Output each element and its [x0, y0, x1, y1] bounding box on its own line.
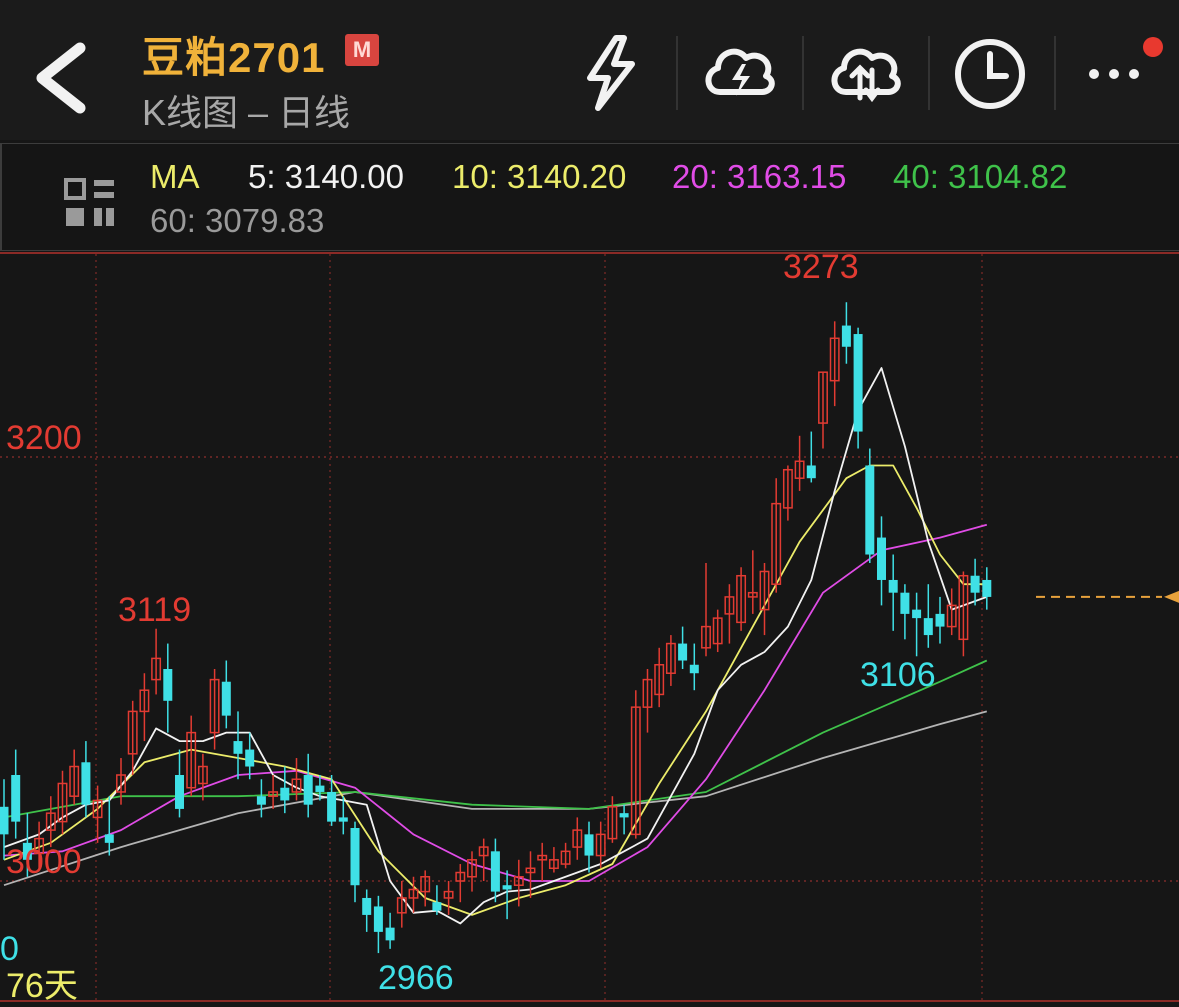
high-annotation: 3273 [783, 248, 859, 287]
candle-body-down [689, 664, 699, 674]
toolbar-divider [676, 36, 678, 110]
candle-body-down [502, 885, 512, 890]
high-annotation: 3119 [118, 590, 192, 629]
candle-body-down [373, 906, 383, 932]
candle-body-down [327, 791, 337, 822]
market-badge: M [345, 34, 379, 66]
candle-body-down [0, 806, 9, 835]
low-annotation: 3106 [860, 656, 936, 695]
toolbar-divider [802, 36, 804, 110]
notification-dot [1143, 37, 1163, 57]
lightning-icon[interactable] [578, 34, 644, 112]
candle-body-down [584, 834, 594, 856]
candle-body-down [912, 609, 922, 619]
toolbar-divider [928, 36, 930, 110]
candle-body-down [678, 643, 688, 661]
candle-body-down [104, 834, 114, 843]
candle-body-down [303, 775, 313, 805]
candle-body-down [982, 579, 992, 597]
y-tick-label: 3200 [6, 419, 82, 457]
candle-body-down [853, 334, 863, 432]
candle-body-down [888, 579, 898, 593]
more-icon[interactable] [1084, 34, 1146, 112]
candle-body-down [221, 681, 231, 716]
ma20-line [3, 523, 988, 882]
cloud-lightning-icon[interactable] [700, 34, 778, 112]
candle-body-down [970, 575, 980, 593]
low-annotation: 2966 [378, 959, 454, 998]
back-icon[interactable] [28, 38, 98, 118]
ma40-value: 40: 3104.82 [893, 158, 1068, 195]
candle-body-down [362, 897, 372, 915]
candle-body-down [338, 817, 348, 822]
toolbar-divider [1054, 36, 1056, 110]
candle-body-down [163, 669, 173, 701]
ma5-value: 5: 3140.00 [248, 158, 404, 195]
candle-body-down [256, 796, 266, 805]
candle-body-down [806, 465, 816, 479]
current-price-pointer [1164, 590, 1179, 603]
candle-body-down [935, 613, 945, 627]
clock-icon[interactable] [952, 34, 1030, 112]
instrument-title: 豆粕2701 [142, 34, 326, 81]
ma60-value: 60: 3079.83 [150, 202, 325, 239]
candle-body-down [11, 775, 21, 822]
candle-body-down [923, 618, 933, 636]
ma40-line [3, 659, 988, 819]
candle-body-down [490, 851, 500, 892]
candle-body-down [315, 785, 325, 792]
candle-body-down [81, 762, 91, 805]
candle-body-down [900, 592, 910, 614]
ma10-value: 10: 3140.20 [452, 158, 627, 195]
cloud-transfer-icon[interactable] [826, 34, 904, 112]
candle-body-down [233, 741, 243, 754]
candle-body-down [841, 325, 851, 347]
candle-body-down [350, 828, 360, 886]
candle-body-down [619, 813, 629, 818]
candle-body-down [245, 749, 255, 767]
period-count-label: 76天 [6, 967, 78, 1005]
ma20-value: 20: 3163.15 [672, 158, 847, 195]
indicator-grid-icon[interactable] [64, 176, 118, 230]
candle-body-down [877, 537, 886, 580]
chart-subtitle: K线图 – 日线 [142, 92, 351, 133]
candle-body-down [175, 775, 184, 809]
candle-body-down [280, 787, 290, 801]
candle-body-down [865, 465, 875, 555]
y-tick-label: 3000 [6, 843, 82, 881]
candle-body-down [432, 902, 442, 911]
ma-label: MA [150, 158, 200, 195]
candle-body-down [385, 927, 395, 941]
